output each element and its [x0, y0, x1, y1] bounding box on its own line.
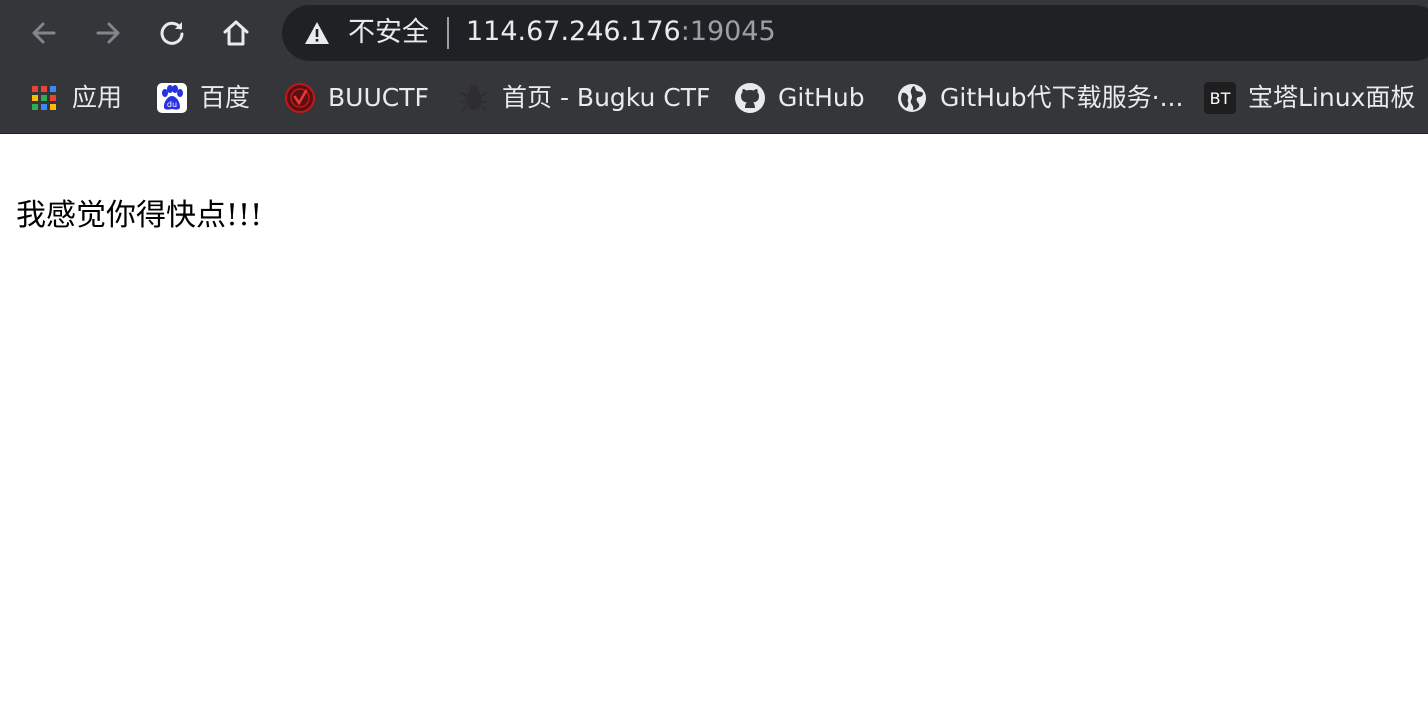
bookmark-label: GitHub代下载服务·...	[940, 83, 1184, 112]
reload-icon	[160, 21, 184, 45]
url-text[interactable]: 114.67.246.176:19045	[466, 17, 776, 47]
bookmark-label: GitHub	[778, 83, 865, 112]
bookmarks-bar: 应用 du 百度 BUUCTF 首页 - Bugku CTF GitHub Gi…	[0, 66, 1428, 133]
security-status-label[interactable]: 不安全	[348, 18, 429, 48]
bookmark-github-download[interactable]: GitHub代下载服务·...	[896, 80, 1183, 116]
forward-button[interactable]	[88, 13, 128, 53]
browser-toolbar: 不安全 114.67.246.176:19045	[0, 0, 1428, 66]
github-icon	[734, 82, 766, 114]
buuctf-icon	[284, 82, 316, 114]
bookmark-bugku[interactable]: 首页 - Bugku CTF	[458, 80, 710, 116]
omnibox-divider	[447, 17, 449, 49]
bookmark-bt-panel[interactable]: BT 宝塔Linux面板	[1204, 80, 1415, 116]
globe-icon	[896, 82, 928, 114]
bookmark-label: 宝塔Linux面板	[1248, 83, 1416, 112]
url-host: 114.67.246.176	[466, 16, 681, 47]
back-arrow-icon	[32, 22, 56, 44]
page-content: 我感觉你得快点!!!	[0, 134, 1428, 713]
baidu-icon: du	[156, 82, 188, 114]
home-button[interactable]	[216, 13, 256, 53]
svg-text:du: du	[167, 100, 177, 109]
bookmark-github[interactable]: GitHub	[734, 80, 865, 116]
bookmark-buuctf[interactable]: BUUCTF	[284, 80, 429, 116]
bugku-icon	[458, 82, 490, 114]
warning-icon[interactable]	[304, 21, 330, 45]
bt-icon-text: BT	[1210, 89, 1231, 108]
bookmark-apps[interactable]: 应用	[28, 80, 122, 116]
bookmark-label: 百度	[200, 83, 251, 112]
bookmark-baidu[interactable]: du 百度	[156, 80, 250, 116]
back-button[interactable]	[24, 13, 64, 53]
reload-button[interactable]	[152, 13, 192, 53]
url-port: :19045	[680, 16, 776, 47]
bookmark-label: 应用	[72, 83, 123, 112]
apps-grid-icon	[28, 82, 60, 114]
bt-icon: BT	[1204, 82, 1236, 114]
page-message: 我感觉你得快点!!!	[16, 198, 263, 233]
forward-arrow-icon	[96, 22, 120, 44]
address-bar[interactable]: 不安全 114.67.246.176:19045	[282, 5, 1428, 61]
bookmark-label: 首页 - Bugku CTF	[502, 83, 711, 112]
browser-chrome: 不安全 114.67.246.176:19045 应用 du 百度 BUUCTF…	[0, 0, 1428, 134]
home-icon	[223, 20, 249, 46]
bookmark-label: BUUCTF	[328, 83, 429, 112]
